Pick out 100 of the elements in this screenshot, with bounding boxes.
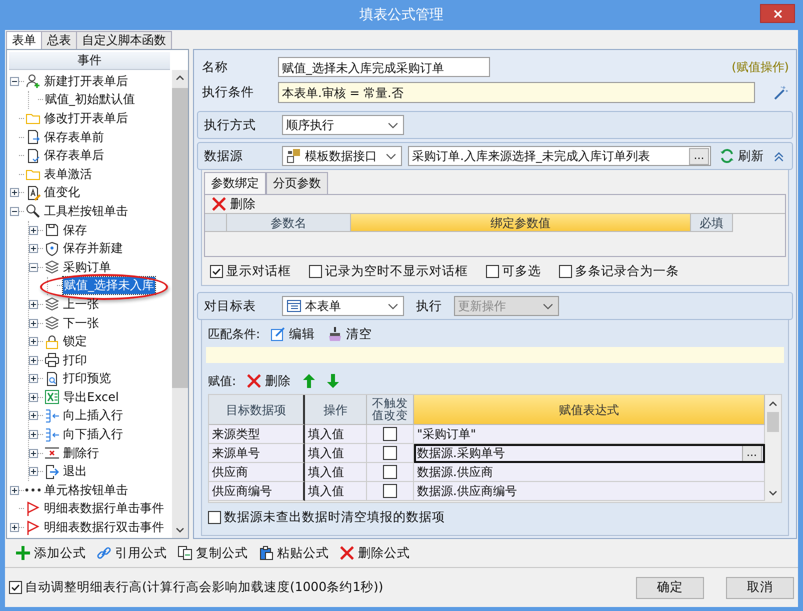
- tree-item[interactable]: 下一张: [62, 314, 100, 332]
- tree-item[interactable]: 赋值_选择未入库: [63, 277, 155, 294]
- clear-button[interactable]: 清空: [325, 326, 374, 342]
- tree-item[interactable]: 单元格按钮单击: [43, 482, 129, 499]
- column-header[interactable]: 目标数据项: [209, 395, 305, 425]
- tree-item[interactable]: 保存表单后: [43, 147, 105, 164]
- collapse-icon[interactable]: [10, 76, 19, 86]
- target-table-dropdown[interactable]: 本表单: [282, 296, 404, 316]
- tab[interactable]: 自定义脚本函数: [76, 31, 172, 49]
- table-cell[interactable]: 数据源.供应商编号: [414, 482, 765, 501]
- expand-icon[interactable]: [10, 486, 19, 495]
- source-type-dropdown[interactable]: 模板数据接口: [282, 146, 402, 166]
- table-cell[interactable]: 数据源.供应商: [414, 463, 765, 482]
- tab[interactable]: 分页参数: [266, 172, 328, 194]
- dialog-button[interactable]: 取消: [726, 576, 794, 598]
- data-source-field[interactable]: 采购订单.入库来源选择_未完成入库订单列表 ...: [408, 146, 712, 166]
- delete-button[interactable]: 删除: [209, 196, 258, 212]
- tree-item[interactable]: 向下插入行: [62, 426, 124, 444]
- name-field[interactable]: 赋值_选择未入库完成采购订单: [278, 57, 490, 77]
- field-label: 对目标表: [204, 298, 257, 314]
- tab[interactable]: 总表: [41, 31, 77, 49]
- tree-item[interactable]: 表单激活: [43, 166, 93, 183]
- tree-item[interactable]: 保存: [62, 222, 88, 239]
- move-up-icon[interactable]: [301, 373, 318, 389]
- tree-item[interactable]: 锁定: [62, 333, 88, 350]
- toolbar-button[interactable]: 删除公式: [337, 544, 412, 562]
- expand-icon[interactable]: [29, 318, 38, 328]
- tree-item[interactable]: 明细表数据行单击事件: [43, 500, 165, 518]
- scrollbar[interactable]: [172, 70, 188, 538]
- checkbox[interactable]: [383, 446, 397, 460]
- tree-item[interactable]: 打印预览: [62, 370, 112, 388]
- tree-item[interactable]: 打印: [62, 352, 88, 369]
- expand-icon[interactable]: [29, 244, 38, 254]
- collapse-icon[interactable]: [10, 206, 19, 216]
- toolbar-button[interactable]: 粘贴公式: [256, 544, 331, 562]
- tree-item[interactable]: 新建打开表单后: [43, 72, 129, 90]
- tab[interactable]: 表单: [6, 31, 42, 49]
- delete-button[interactable]: 删除: [244, 372, 294, 390]
- column-header[interactable]: 绑定参数值: [351, 214, 691, 232]
- expand-icon[interactable]: [29, 226, 38, 235]
- checkbox[interactable]: [559, 265, 572, 278]
- tree-item[interactable]: 保存表单前: [43, 128, 105, 146]
- tree-item[interactable]: 工具栏按钮单击: [43, 202, 129, 220]
- column-header[interactable]: 必填: [691, 214, 733, 232]
- toolbar-button[interactable]: 复制公式: [175, 544, 250, 562]
- tree-item[interactable]: 明细表数据行双击事件: [43, 519, 165, 536]
- checkbox[interactable]: [9, 581, 22, 594]
- column-header[interactable]: 参数名: [227, 214, 351, 232]
- tree-item[interactable]: 采购订单: [62, 258, 112, 276]
- tab[interactable]: 参数绑定: [204, 172, 266, 194]
- tree-item[interactable]: 退出: [62, 463, 88, 480]
- expand-icon[interactable]: [29, 374, 38, 384]
- expand-icon[interactable]: [10, 523, 19, 532]
- edit-button[interactable]: 编辑: [268, 326, 318, 342]
- scroll-thumb[interactable]: [767, 412, 779, 432]
- close-button[interactable]: [760, 4, 795, 23]
- browse-button[interactable]: ...: [688, 148, 710, 164]
- column-header[interactable]: 不触发值改变: [367, 395, 414, 425]
- expand-icon[interactable]: [29, 467, 38, 476]
- expand-icon[interactable]: [29, 337, 38, 346]
- tree-item[interactable]: 值变化: [43, 184, 81, 202]
- expand-icon[interactable]: [29, 411, 38, 420]
- toolbar-button[interactable]: 添加公式: [13, 544, 88, 562]
- dialog-button[interactable]: 确定: [636, 576, 704, 598]
- checkbox[interactable]: [309, 265, 322, 278]
- tree-item[interactable]: 修改打开表单后: [43, 110, 129, 127]
- checkbox[interactable]: [208, 511, 221, 524]
- column-header[interactable]: 赋值表达式: [414, 395, 765, 425]
- tree-item[interactable]: 赋值_初始默认值: [44, 91, 136, 108]
- scroll-thumb[interactable]: [172, 88, 188, 388]
- expand-icon[interactable]: [10, 188, 19, 198]
- condition-field[interactable]: 本表单.审核 = 常量.否: [278, 82, 756, 103]
- tree-item[interactable]: 向上插入行: [62, 407, 124, 424]
- table-cell[interactable]: 数据源.采购单号 ...: [414, 444, 765, 463]
- checkbox[interactable]: [383, 427, 397, 441]
- checkbox[interactable]: [210, 265, 223, 278]
- tree-item[interactable]: 保存并新建: [62, 240, 124, 258]
- browse-button[interactable]: ...: [742, 444, 762, 462]
- table-cell[interactable]: "采购订单": [414, 425, 765, 444]
- execution-dropdown[interactable]: 顺序执行: [282, 115, 404, 135]
- refresh-button[interactable]: 刷新: [717, 148, 766, 164]
- tree-item[interactable]: 上一张: [62, 296, 100, 313]
- collapse-icon[interactable]: [29, 262, 38, 272]
- expand-icon[interactable]: [29, 430, 38, 440]
- magic-wand-icon[interactable]: [773, 84, 789, 100]
- expand-icon[interactable]: [29, 392, 38, 402]
- expand-icon[interactable]: [29, 300, 38, 309]
- match-condition-field[interactable]: [206, 347, 784, 363]
- shield-icon: [44, 240, 60, 257]
- expand-icon[interactable]: [29, 448, 38, 458]
- tree-item[interactable]: 删除行: [62, 444, 100, 462]
- checkbox[interactable]: [383, 465, 397, 479]
- close-icon: [772, 8, 784, 20]
- move-down-icon[interactable]: [325, 373, 342, 389]
- checkbox[interactable]: [486, 265, 499, 278]
- column-header[interactable]: 操作: [305, 395, 367, 425]
- checkbox[interactable]: [383, 484, 397, 498]
- expand-icon[interactable]: [29, 356, 38, 365]
- tree-item[interactable]: 导出Excel: [62, 388, 120, 406]
- toolbar-button[interactable]: 引用公式: [94, 544, 169, 562]
